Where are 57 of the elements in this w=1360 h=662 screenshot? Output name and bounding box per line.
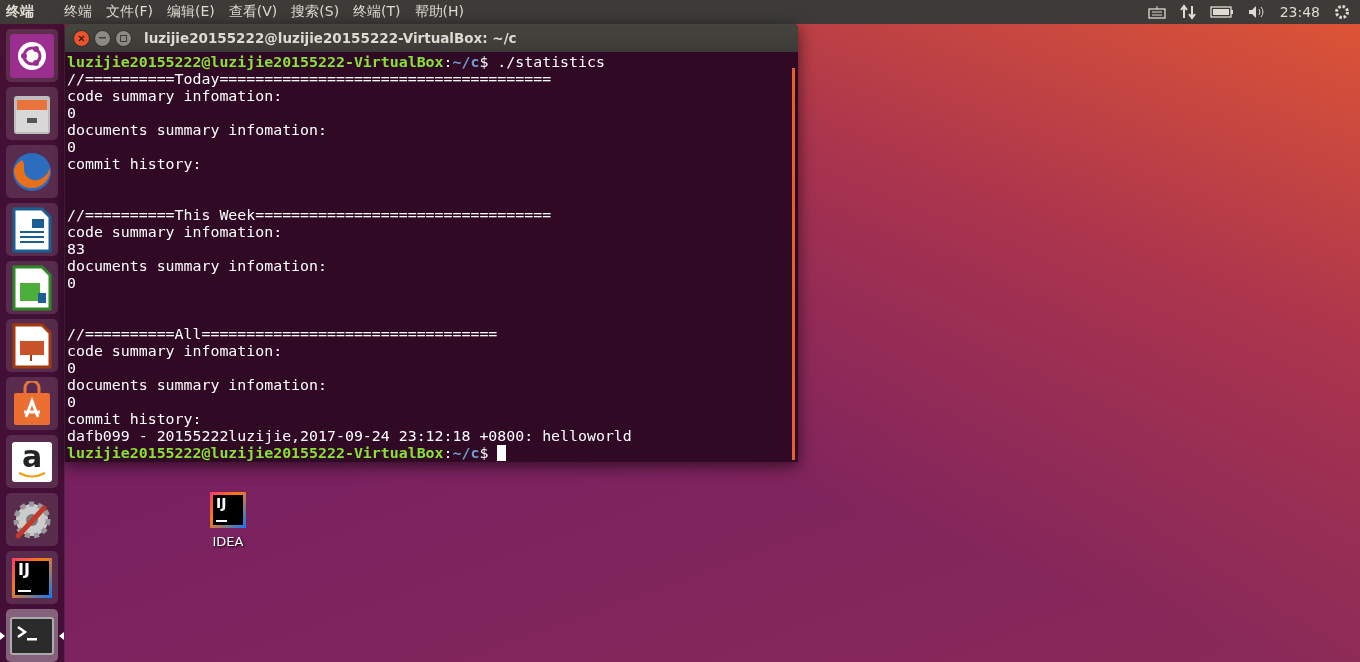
terminal-output-line: 0 (67, 275, 76, 292)
terminal-output-line: documents summary infomation: (67, 377, 327, 394)
volume-icon[interactable] (1247, 5, 1266, 19)
terminal-output-line: //==========This Week================================= (67, 207, 552, 224)
terminal-output-line: //==========All================================= (67, 326, 498, 343)
keyboard-icon[interactable] (1147, 5, 1166, 19)
terminal-output-line: documents summary infomation: (67, 258, 327, 275)
terminal-output-line: commit history: (67, 411, 202, 428)
terminal-output-line: 0 (67, 360, 76, 377)
menu-item[interactable]: 文件(F) (106, 3, 153, 21)
launcher-tile[interactable] (6, 319, 58, 372)
launcher-tile[interactable] (6, 377, 58, 430)
clock[interactable]: 23:48 (1279, 4, 1320, 20)
launcher-tile[interactable]: a (6, 435, 58, 488)
desktop-icon-label[interactable]: IDEA (212, 534, 244, 549)
maximize-button[interactable] (115, 29, 132, 47)
presentation-icon[interactable] (12, 322, 52, 369)
launcher-tile[interactable] (6, 203, 58, 256)
terminal-icon[interactable] (10, 616, 54, 655)
menu-item[interactable]: 编辑(E) (167, 3, 215, 21)
intellij-icon: IJ (210, 492, 246, 528)
minimize-icon (99, 37, 106, 39)
terminal-output-line: dafb099 - 20155222luzijie,2017-09-24 23:12:18 +0800: helloworld (67, 428, 632, 445)
close-icon (78, 34, 85, 42)
minimize-button[interactable] (94, 29, 111, 47)
scrollbar[interactable] (792, 68, 795, 460)
app-name: 终端 (5, 3, 35, 21)
terminal-output-line: 83 (67, 241, 85, 258)
terminal-output-line: //==========Today===================================== (67, 71, 552, 88)
launcher-tile[interactable] (6, 261, 58, 314)
terminal-prompt: luzijie20155222@luzijie20155222-VirtualBox:~/c$ (67, 445, 489, 462)
terminal-output-line: commit history: (67, 156, 202, 173)
terminal-output-line: documents summary infomation: (67, 122, 327, 139)
shopping-bag-icon[interactable] (12, 380, 52, 427)
window-title: luzijie20155222@luzijie20155222-VirtualBox: ~/c (144, 30, 517, 46)
close-button[interactable] (73, 29, 90, 47)
document-icon[interactable] (12, 206, 52, 253)
terminal-output-line: code summary infomation: (67, 343, 283, 360)
menu-item[interactable]: 终端 (64, 3, 92, 21)
terminal-output-line: code summary infomation: (67, 224, 283, 241)
spreadsheet-icon[interactable] (12, 264, 52, 311)
terminal-output-line: code summary infomation: (67, 88, 283, 105)
network-arrows-icon[interactable] (1179, 4, 1196, 20)
menu-item[interactable]: 搜索(S) (291, 3, 340, 21)
terminal-output-line: 0 (67, 394, 76, 411)
menu-item[interactable]: 查看(V) (228, 3, 278, 21)
menu-item[interactable]: 帮助(H) (414, 3, 465, 21)
intellij-icon: IJ (12, 557, 52, 598)
menu-item[interactable]: 终端(T) (353, 3, 401, 21)
maximize-icon (120, 34, 127, 42)
launcher-tile[interactable]: IJ (6, 551, 58, 604)
terminal-output-line: 0 (67, 139, 76, 156)
terminal-output-line: 0 (67, 105, 76, 122)
terminal-prompt: luzijie20155222@luzijie20155222-VirtualBox:~/c$ ./statistics (67, 54, 605, 71)
power-gear-icon[interactable] (1334, 4, 1350, 20)
battery-icon[interactable] (1209, 6, 1234, 18)
amazon-icon[interactable]: a (12, 441, 52, 482)
